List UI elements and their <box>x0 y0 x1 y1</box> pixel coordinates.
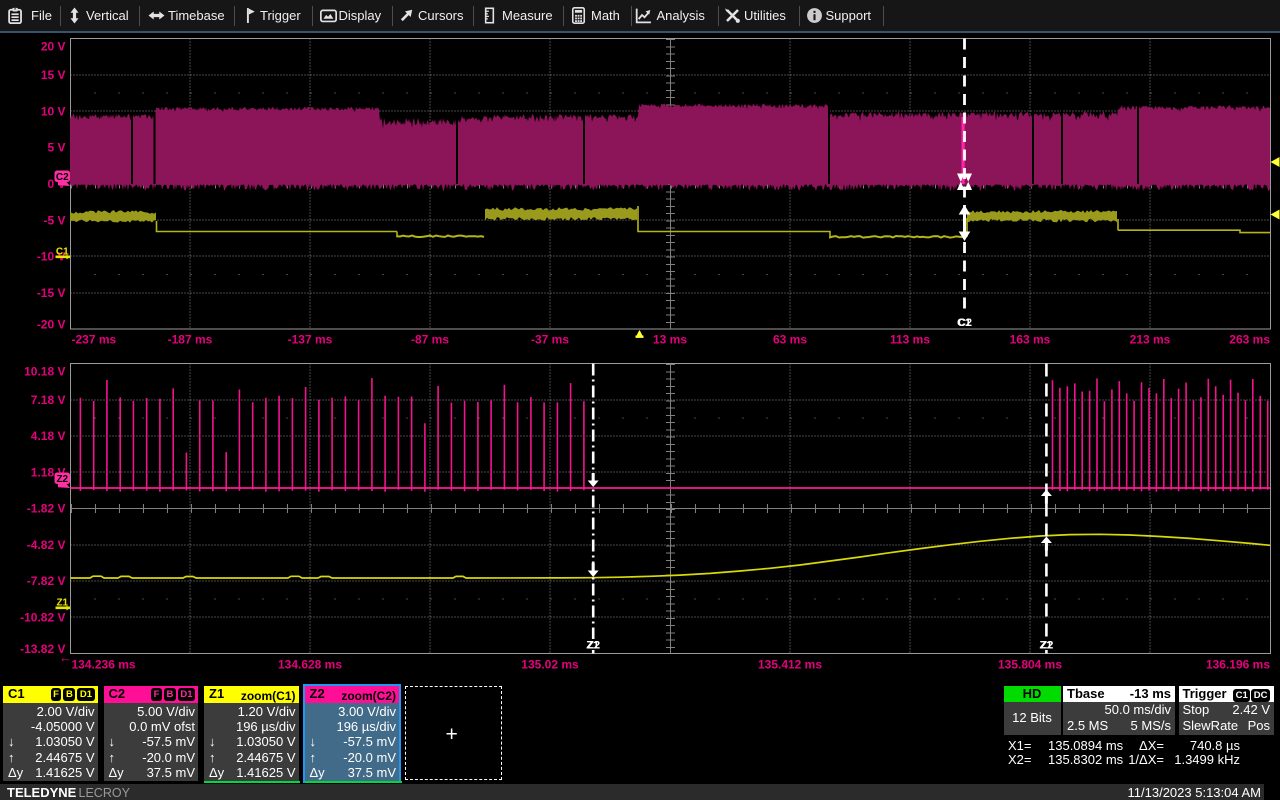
svg-text:Z2: Z2 <box>1040 640 1053 652</box>
svg-text:135.02 ms: 135.02 ms <box>521 658 579 672</box>
svg-text:-7.82 V: -7.82 V <box>27 574 66 588</box>
svg-text:63 ms: 63 ms <box>773 333 807 347</box>
svg-text:C2: C2 <box>56 172 69 183</box>
svg-text:135.412 ms: 135.412 ms <box>758 658 822 672</box>
svg-text:-187 ms: -187 ms <box>168 333 213 347</box>
svg-text:←: ← <box>59 650 72 665</box>
svg-text:134.236 ms: 134.236 ms <box>72 658 136 672</box>
svg-text:-15 V: -15 V <box>37 286 66 300</box>
svg-text:-20 V: -20 V <box>37 318 66 332</box>
svg-text:4.18 V: 4.18 V <box>31 429 66 443</box>
svg-text:-1.82 V: -1.82 V <box>27 502 66 516</box>
svg-text:-237 ms: -237 ms <box>72 333 117 347</box>
svg-text:-5 V: -5 V <box>43 213 65 227</box>
svg-text:135.804 ms: 135.804 ms <box>998 658 1062 672</box>
svg-text:7.18 V: 7.18 V <box>31 393 66 407</box>
svg-text:113 ms: 113 ms <box>890 333 930 347</box>
svg-text:-4.82 V: -4.82 V <box>27 538 66 552</box>
svg-text:20 V: 20 V <box>41 40 66 54</box>
svg-text:263 ms: 263 ms <box>1229 333 1270 347</box>
svg-text:136.196 ms: 136.196 ms <box>1206 658 1270 672</box>
svg-text:5 V: 5 V <box>47 141 65 155</box>
svg-text:163 ms: 163 ms <box>1010 333 1051 347</box>
svg-text:-137 ms: -137 ms <box>288 333 333 347</box>
svg-text:Z2: Z2 <box>56 474 68 485</box>
svg-text:-87 ms: -87 ms <box>411 333 449 347</box>
svg-text:-10.82 V: -10.82 V <box>20 610 65 624</box>
svg-text:C2: C2 <box>958 317 972 329</box>
svg-text:15 V: 15 V <box>41 68 66 82</box>
svg-text:Z2: Z2 <box>587 640 600 652</box>
svg-text:10.18 V: 10.18 V <box>24 365 65 379</box>
svg-text:10 V: 10 V <box>41 104 66 118</box>
svg-text:13 ms: 13 ms <box>653 333 687 347</box>
svg-text:134.628 ms: 134.628 ms <box>278 658 342 672</box>
svg-text:-37 ms: -37 ms <box>531 333 569 347</box>
svg-text:213 ms: 213 ms <box>1130 333 1171 347</box>
